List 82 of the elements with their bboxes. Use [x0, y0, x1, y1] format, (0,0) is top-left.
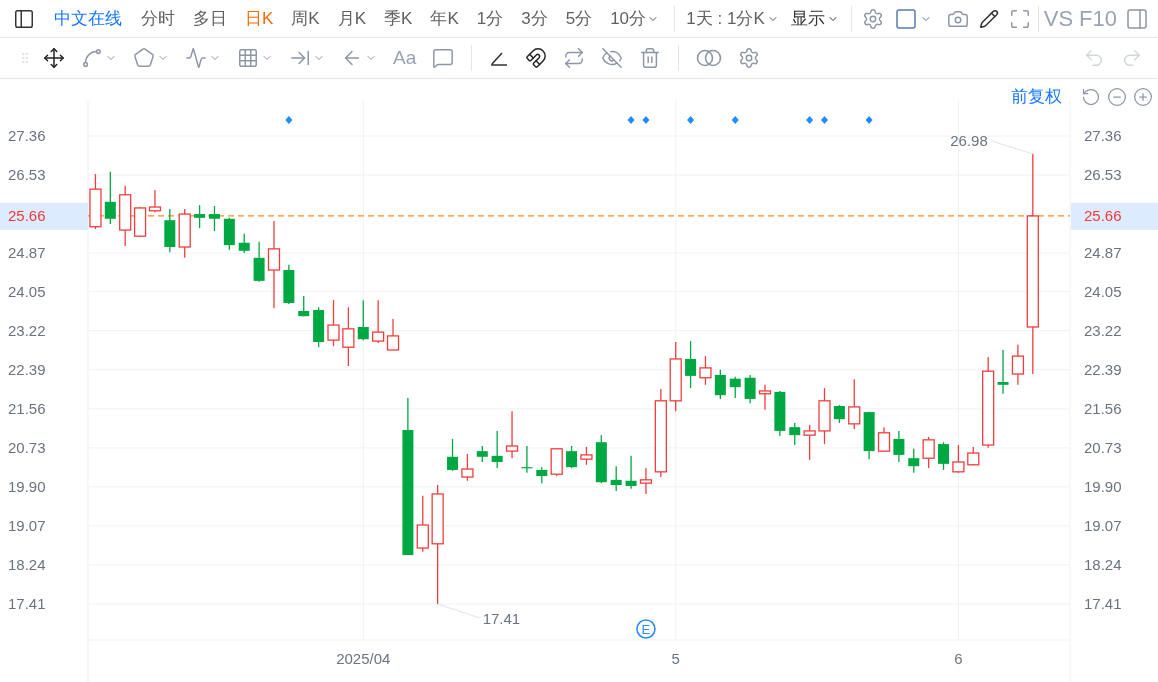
- fullscreen-icon: [1009, 7, 1032, 30]
- magnet-icon: [525, 47, 548, 69]
- price-label: 27.36: [8, 127, 46, 144]
- undo-icon: [1083, 47, 1105, 69]
- low-price-label: 17.41: [482, 610, 521, 627]
- move-icon: [43, 47, 65, 69]
- event-marker[interactable]: [806, 116, 814, 124]
- price-label: 19.90: [1084, 477, 1122, 495]
- period-tab[interactable]: 季K: [375, 3, 422, 34]
- price-label: 19.07: [1084, 516, 1122, 534]
- price-label: 18.24: [8, 555, 46, 573]
- price-label: 26.53: [1084, 166, 1122, 184]
- ref-line-label: 25.66: [1084, 206, 1122, 224]
- two-circles-icon: [696, 49, 723, 67]
- price-label: 27.36: [1084, 127, 1122, 144]
- period-tab[interactable]: 月K: [328, 3, 376, 34]
- display-dropdown[interactable]: 显示: [784, 3, 845, 34]
- settings-icon: [862, 7, 885, 30]
- price-label: 21.56: [1084, 399, 1122, 417]
- event-marker[interactable]: [642, 116, 650, 124]
- event-marker[interactable]: [285, 116, 293, 124]
- price-label: 17.41: [8, 595, 46, 612]
- price-label: 19.90: [8, 477, 46, 495]
- trash-icon: [639, 47, 662, 69]
- current-price-tag: 25.66: [1071, 202, 1158, 230]
- price-label: 23.22: [8, 321, 46, 339]
- price-label: 24.05: [8, 282, 46, 300]
- zoom-out-button[interactable]: [1106, 85, 1128, 108]
- period-tab[interactable]: 分时: [132, 3, 184, 34]
- reset-icon: [1081, 86, 1101, 107]
- price-label: 17.41: [1084, 595, 1122, 612]
- repeat-icon: [563, 47, 586, 69]
- speech-bubble-icon: [432, 47, 455, 69]
- date-label: 5: [671, 650, 680, 667]
- settings-icon: [738, 47, 761, 69]
- price-label: 26.53: [8, 166, 46, 184]
- period-tab[interactable]: 周K: [282, 3, 329, 34]
- redo-icon: [1121, 47, 1143, 69]
- square-icon: [894, 6, 919, 31]
- event-marker[interactable]: [627, 116, 635, 124]
- price-label: 22.39: [1084, 360, 1122, 378]
- period-tab[interactable]: 多日: [184, 3, 236, 34]
- adjustment-link[interactable]: 前复权: [1011, 85, 1062, 108]
- zoom-in-icon: [1133, 86, 1153, 107]
- period-tab[interactable]: 3分: [512, 3, 557, 34]
- date-label: 2025/04: [336, 650, 391, 667]
- stock-name-link[interactable]: 中文在线: [40, 7, 132, 30]
- period-tab[interactable]: 年K: [421, 3, 468, 34]
- price-label: 24.05: [1084, 282, 1122, 300]
- event-marker[interactable]: [865, 116, 873, 124]
- leader-line: [437, 603, 481, 619]
- event-marker[interactable]: [731, 116, 739, 124]
- pencil-icon: [979, 8, 1000, 29]
- current-price-tag: 25.66: [0, 202, 88, 230]
- eye-off-icon: [601, 47, 624, 69]
- price-label: 18.24: [1084, 555, 1122, 573]
- price-label: 24.87: [8, 244, 46, 262]
- leader-line: [990, 140, 1034, 155]
- period-tab[interactable]: 10分: [601, 3, 669, 34]
- pentagon-icon: [133, 47, 155, 69]
- price-label: 21.56: [8, 399, 46, 417]
- event-marker[interactable]: [821, 116, 828, 124]
- price-label: 20.73: [1084, 438, 1122, 456]
- price-label: 23.22: [1084, 321, 1122, 339]
- range-dropdown[interactable]: 1天 : 1分K: [680, 3, 785, 34]
- price-label: 22.39: [8, 360, 46, 378]
- event-badge[interactable]: E: [636, 619, 656, 639]
- event-marker[interactable]: [687, 116, 695, 124]
- period-tab[interactable]: 1分: [467, 3, 513, 34]
- spline-icon: [81, 47, 103, 69]
- date-label: 6: [954, 650, 963, 667]
- price-label: 20.73: [8, 438, 46, 456]
- zoom-in-button[interactable]: [1132, 85, 1154, 108]
- high-price-label: 26.98: [950, 131, 988, 149]
- zoom-out-icon: [1107, 86, 1127, 107]
- period-tab[interactable]: 5分: [556, 3, 602, 34]
- pulse-line-icon: [185, 47, 207, 69]
- panel-icon: [13, 7, 35, 30]
- price-label: 19.07: [8, 516, 46, 534]
- grid-icon: [237, 47, 259, 69]
- price-label: 24.87: [1084, 244, 1122, 262]
- panel-icon: [1125, 6, 1149, 31]
